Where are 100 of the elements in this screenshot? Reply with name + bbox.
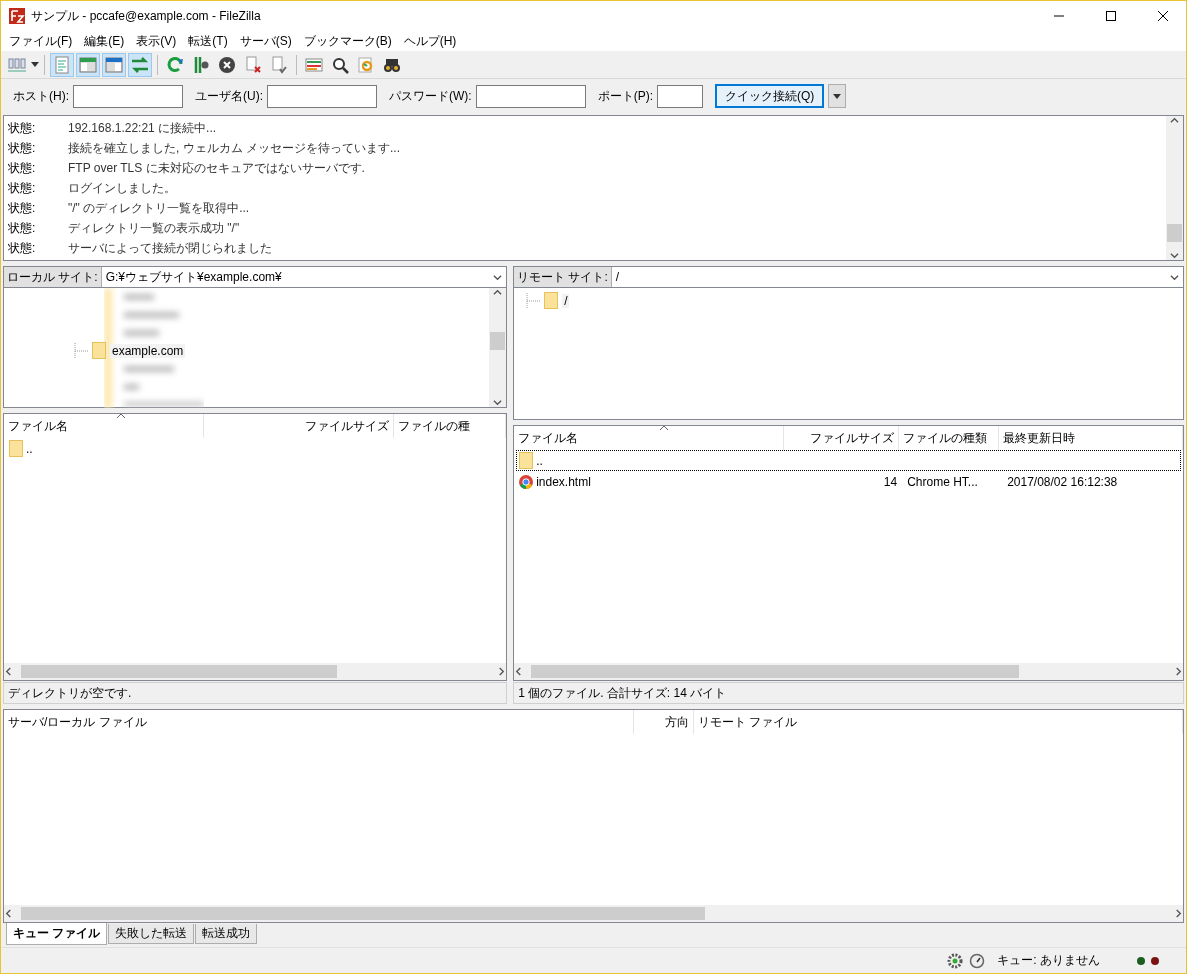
quickconnect-button[interactable]: クイック接続(Q): [715, 84, 825, 108]
right-chevron-icon: [1174, 667, 1183, 676]
window-title: サンプル - pccafe@example.com - FileZilla: [31, 7, 262, 25]
menu-item[interactable]: 編集(E): [78, 32, 131, 50]
queue-tab[interactable]: 失敗した転送: [108, 924, 195, 944]
down-chevron-icon: [493, 398, 503, 407]
column-header[interactable]: ファイルサイズ: [784, 426, 900, 450]
field-label: ポート(P):: [597, 87, 653, 105]
modified-date: 2017/08/02 16:12:38: [1006, 474, 1119, 489]
dropdown-caret-icon[interactable]: [31, 62, 39, 67]
up-chevron-icon: [493, 288, 503, 297]
menu-item[interactable]: ファイル(F): [3, 32, 79, 50]
status-text: 1 個のファイル. 合計サイズ: 14 バイト: [513, 682, 1184, 704]
document-check-icon: [269, 54, 289, 75]
layout-panel-icon: [78, 54, 98, 75]
file-row[interactable]: index.html 14 Chrome HT... 2017/08/02 16:12:38: [516, 471, 1181, 492]
column-header[interactable]: 方向: [634, 710, 694, 734]
file-name: ..: [536, 453, 543, 468]
queue-status: キュー: ありません: [997, 952, 1100, 969]
log-label: 状態:: [8, 219, 37, 237]
menu-item[interactable]: ヘルプ(H): [397, 32, 463, 50]
close-icon: [1158, 11, 1168, 21]
log-label: 状態:: [8, 199, 37, 217]
left-chevron-icon: [514, 667, 524, 676]
file-row[interactable]: ..: [516, 450, 1181, 471]
site-label: リモート サイト:: [514, 267, 612, 287]
file-row[interactable]: ..: [6, 438, 505, 459]
column-header[interactable]: ファイル名: [514, 426, 785, 450]
swap-arrows-icon: [130, 54, 150, 75]
caret-icon: [833, 93, 842, 99]
column-header[interactable]: 最終更新日時: [999, 426, 1183, 450]
file-size: 14: [882, 474, 899, 489]
browser-icon: [519, 474, 534, 489]
scrollbar-thumb[interactable]: [21, 907, 705, 920]
layout-panel-icon: [104, 54, 124, 75]
tree-item[interactable]: /: [562, 293, 570, 308]
refresh-icon: [165, 54, 185, 75]
log-label: 状態:: [8, 179, 37, 197]
field-label: パスワード(W):: [389, 87, 472, 105]
down-chevron-icon: [493, 272, 503, 282]
toggle-button[interactable]: [102, 52, 126, 77]
page-lines-icon: [52, 54, 72, 75]
cancel-icon: [217, 54, 237, 75]
vertical-scrollbar[interactable]: [489, 288, 507, 407]
input-field[interactable]: [475, 84, 586, 108]
horizontal-scrollbar[interactable]: [514, 663, 1183, 680]
menu-item[interactable]: 表示(V): [130, 32, 183, 50]
scrollbar-thumb[interactable]: [531, 665, 1020, 678]
input-field[interactable]: [657, 84, 703, 108]
speedometer-icon: [969, 952, 986, 969]
column-header[interactable]: ファイルの種: [394, 414, 507, 438]
menu-item[interactable]: サーバ(S): [233, 32, 298, 50]
input-field[interactable]: [73, 84, 183, 108]
column-header[interactable]: サーバ/ローカル ファイル: [4, 710, 634, 734]
folder-icon: [519, 452, 534, 469]
left-chevron-icon: [4, 909, 13, 918]
left-chevron-icon: [4, 667, 13, 676]
log-message: サーバによって接続が閉じられました: [68, 239, 272, 257]
scrollbar-thumb[interactable]: [21, 665, 338, 678]
field-label: ホスト(H):: [13, 87, 69, 105]
up-chevron-icon: [1170, 116, 1179, 125]
vertical-scrollbar[interactable]: [1166, 116, 1183, 260]
column-header[interactable]: リモート ファイル: [694, 710, 1183, 734]
folder-icon: [92, 342, 106, 359]
file-name: index.html: [536, 474, 591, 489]
field-label: ユーザ名(U):: [195, 87, 263, 105]
input-field[interactable]: [267, 84, 377, 108]
down-chevron-icon: [1170, 272, 1179, 282]
folder-icon: [9, 440, 23, 457]
document-cross-icon: [243, 54, 263, 75]
toggle-button[interactable]: [50, 52, 74, 77]
tree-item[interactable]: example.com: [110, 343, 186, 358]
horizontal-scrollbar[interactable]: [4, 905, 1183, 922]
log-label: 状態:: [8, 159, 37, 177]
log-message: 192.168.1.22:21 に接続中...: [68, 119, 217, 137]
scrollbar-thumb[interactable]: [1167, 224, 1182, 242]
toggle-button[interactable]: [128, 52, 152, 77]
app-logo-icon: [9, 8, 25, 24]
horizontal-scrollbar[interactable]: [4, 663, 507, 680]
log-message: 接続を確立しました, ウェルカム メッセージを待っています...: [68, 139, 400, 157]
log-message: "/" のディレクトリ一覧を取得中...: [68, 199, 250, 217]
column-header[interactable]: ファイル名: [4, 414, 204, 438]
dropdown-button[interactable]: [828, 84, 847, 108]
column-header[interactable]: ファイルサイズ: [204, 414, 394, 438]
file-name: ..: [26, 441, 33, 456]
log-message: ディレクトリ一覧の表示成功 "/": [68, 219, 240, 237]
menu-item[interactable]: ブックマーク(B): [297, 32, 398, 50]
menu-item[interactable]: 転送(T): [182, 32, 234, 50]
queue-tab[interactable]: キュー ファイル: [6, 923, 108, 945]
column-header[interactable]: ファイルの種類: [899, 426, 1000, 450]
toggle-button[interactable]: [76, 52, 100, 77]
right-chevron-icon: [1174, 909, 1183, 918]
folder-icon: [544, 292, 559, 309]
tree-connector-icon: [526, 292, 541, 309]
log-label: 状態:: [8, 119, 37, 137]
log-message: FTP over TLS に未対応のセキュアではないサーバです.: [68, 159, 365, 177]
queue-tab[interactable]: 転送成功: [195, 924, 258, 944]
scrollbar-thumb[interactable]: [490, 332, 506, 350]
gear-icon: [947, 952, 964, 969]
log-label: 状態:: [8, 239, 37, 257]
